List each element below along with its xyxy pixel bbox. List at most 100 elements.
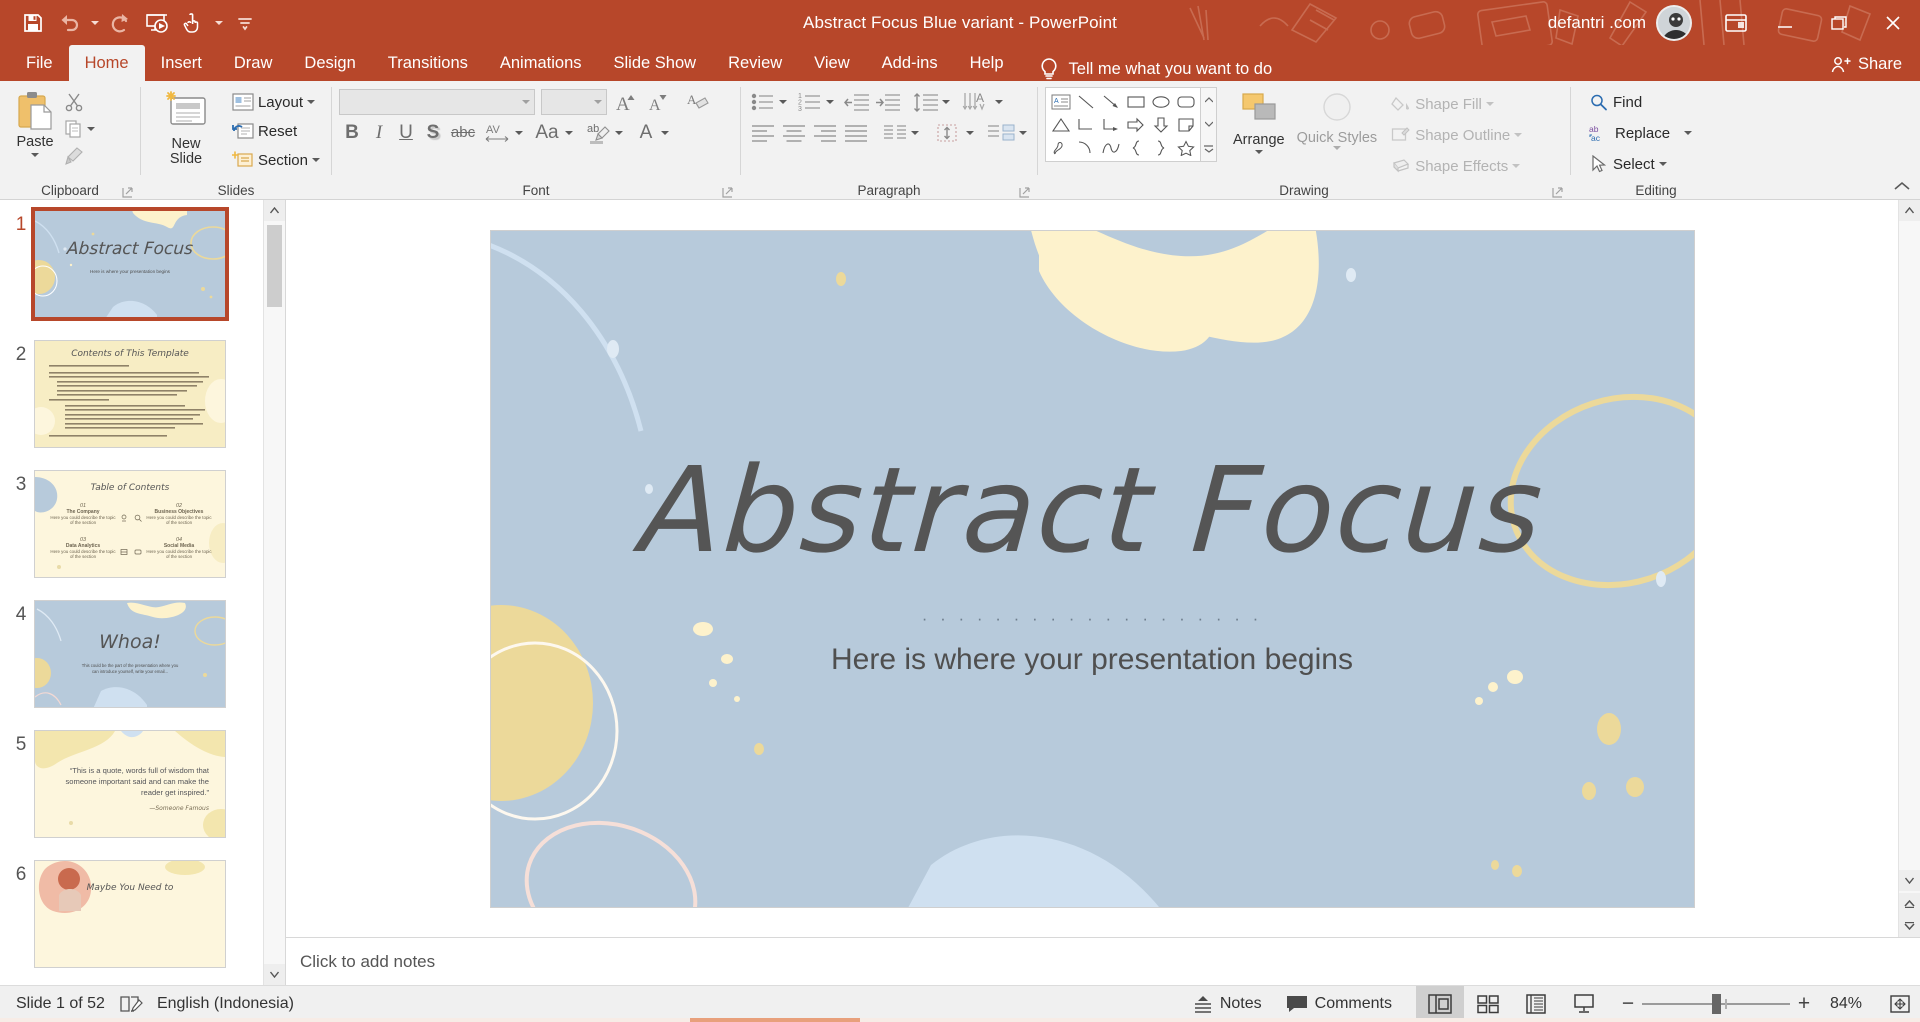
collapse-ribbon-button[interactable] [1892,177,1912,197]
touch-mouse-mode-button[interactable] [176,6,210,40]
font-color-caret-icon[interactable] [661,131,669,135]
align-text-caret-icon[interactable] [966,131,974,135]
zoom-in-button[interactable]: + [1790,990,1818,1018]
numbering-caret-icon[interactable] [826,100,834,104]
replace-caret-icon[interactable] [1684,131,1693,135]
tab-view[interactable]: View [798,45,865,81]
list-item[interactable]: 4 Whoa! This could be the part of the pr… [0,600,263,708]
paste-dropdown-caret-icon[interactable] [31,153,39,157]
shape-effects-button[interactable]: Shape Effects [1387,153,1526,179]
character-spacing-caret-icon[interactable] [515,131,523,135]
strikethrough-button[interactable]: abc [447,120,479,146]
zoom-out-button[interactable]: − [1614,990,1642,1018]
slide-thumbnail-1[interactable]: Abstract Focus Here is where your presen… [31,207,229,321]
slide-thumbnail-2[interactable]: Contents of This Template [34,340,226,448]
text-highlight-color-button[interactable]: ab [584,120,614,146]
shape-scribble[interactable] [1048,136,1073,159]
shape-folded-corner[interactable] [1173,113,1198,136]
format-painter-button[interactable] [61,143,87,169]
thumbnail-panel-scrollbar[interactable] [263,200,285,985]
text-shadow-button[interactable]: S [420,120,446,146]
clear-formatting-button[interactable]: A [685,89,711,115]
tab-review[interactable]: Review [712,45,798,81]
copy-button[interactable] [61,116,87,142]
list-item[interactable]: 1 Abstract Focus Here is where your pres… [0,207,263,321]
notes-button[interactable]: Notes [1187,992,1268,1016]
section-caret-icon[interactable] [312,158,320,162]
drawing-dialog-launcher[interactable] [1551,186,1564,199]
tab-slide-show[interactable]: Slide Show [598,45,713,81]
shape-right-brace[interactable] [1148,136,1173,159]
shape-line[interactable] [1073,90,1098,113]
shape-fill-button[interactable]: Shape Fill [1387,91,1526,117]
list-item[interactable]: 6 Maybe You Need to [0,860,263,968]
shape-arrow[interactable] [1098,90,1123,113]
clipboard-dialog-launcher[interactable] [121,186,134,199]
reset-button[interactable]: Reset [228,118,324,144]
customize-quick-access-toolbar-button[interactable] [228,6,262,40]
close-button[interactable] [1866,0,1920,45]
shape-triangle[interactable] [1048,113,1073,136]
tab-home[interactable]: Home [68,45,145,81]
shape-left-brace[interactable] [1123,136,1148,159]
avatar[interactable] [1656,4,1692,41]
line-spacing-caret-icon[interactable] [942,100,950,104]
tab-add-ins[interactable]: Add-ins [866,45,954,81]
change-case-button[interactable]: Aa [530,120,564,146]
tab-transitions[interactable]: Transitions [372,45,484,81]
start-from-beginning-button[interactable] [140,6,174,40]
new-slide-button[interactable]: New Slide [148,87,224,167]
ribbon-display-options-button[interactable] [1714,0,1758,45]
fit-slide-to-window-button[interactable] [1880,986,1920,1022]
bold-button[interactable]: B [339,120,365,146]
tab-draw[interactable]: Draw [218,45,289,81]
tab-file[interactable]: File [10,45,69,81]
shape-elbow-connector[interactable] [1073,113,1098,136]
tab-help[interactable]: Help [954,45,1020,81]
shapes-scroll-up-icon[interactable] [1201,88,1216,112]
slide-indicator[interactable]: Slide 1 of 52 [16,995,105,1013]
shape-arc[interactable] [1073,136,1098,159]
layout-button[interactable]: Layout [228,89,324,115]
italic-button[interactable]: I [366,120,392,146]
convert-to-smartart-button[interactable] [984,120,1018,146]
find-button[interactable]: Find [1585,89,1646,115]
save-button[interactable] [16,6,50,40]
comments-button[interactable]: Comments [1280,992,1398,1016]
align-center-button[interactable] [779,120,809,146]
increase-indent-button[interactable] [873,89,903,115]
shape-elbow-arrow-connector[interactable] [1098,113,1123,136]
spell-check-icon[interactable] [119,994,143,1014]
slide-show-view-button[interactable] [1560,986,1608,1022]
select-button[interactable]: Select [1585,151,1671,177]
text-highlight-caret-icon[interactable] [615,131,623,135]
slide-thumbnail-3[interactable]: Table of Contents 01 The Company Here you … [34,470,226,578]
shapes-gallery[interactable]: A [1045,87,1201,162]
tell-me-search[interactable]: Tell me what you want to do [1038,57,1272,81]
undo-dropdown-caret-icon[interactable] [88,6,102,40]
shape-oval[interactable] [1148,90,1173,113]
shape-outline-caret-icon[interactable] [1514,133,1523,137]
quick-styles-button[interactable]: Quick Styles [1291,87,1384,150]
cut-button[interactable] [61,89,87,115]
shapes-gallery-scrollbar[interactable] [1201,87,1217,162]
shape-down-arrow[interactable] [1148,113,1173,136]
shape-fill-caret-icon[interactable] [1485,102,1494,106]
font-name-input[interactable] [339,89,535,115]
normal-view-button[interactable] [1416,985,1464,1022]
restore-button[interactable] [1812,0,1866,45]
touch-mode-dropdown-caret-icon[interactable] [212,6,226,40]
shape-right-arrow[interactable] [1123,113,1148,136]
thumbnail-scroll-track[interactable] [267,221,282,964]
share-button[interactable]: Share [1831,55,1902,81]
tab-insert[interactable]: Insert [145,45,218,81]
select-caret-icon[interactable] [1658,162,1667,166]
scroll-down-icon[interactable] [264,964,285,985]
scroll-up-icon[interactable] [264,200,285,221]
shapes-more-icon[interactable] [1201,137,1216,161]
increase-font-size-button[interactable]: A [613,89,639,115]
redo-button[interactable] [104,6,138,40]
text-direction-button[interactable]: A [960,89,994,115]
align-right-button[interactable] [810,120,840,146]
layout-caret-icon[interactable] [307,100,315,104]
